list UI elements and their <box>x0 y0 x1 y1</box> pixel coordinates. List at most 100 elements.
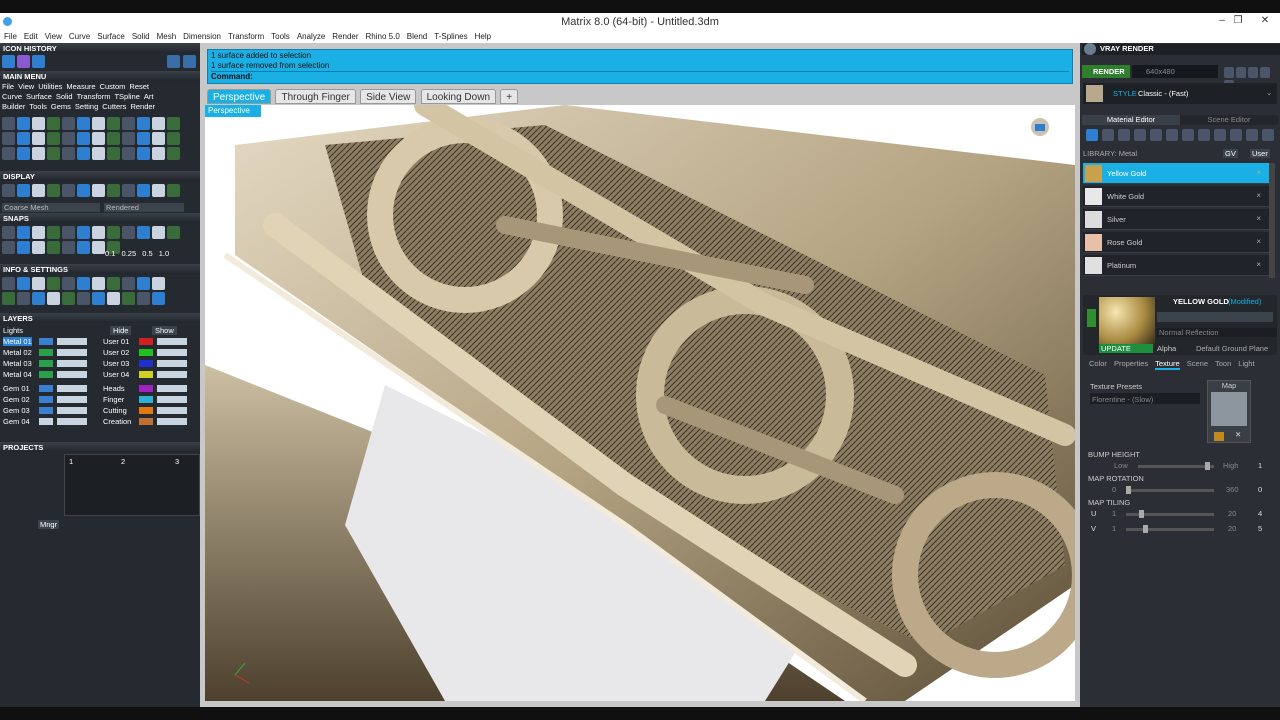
info-settings-header[interactable]: INFO & SETTINGS <box>0 264 200 274</box>
remove-icon[interactable]: × <box>1256 168 1261 177</box>
display-icon[interactable] <box>167 184 180 197</box>
settings-icon[interactable] <box>137 277 150 290</box>
map-load-icon[interactable] <box>1214 432 1224 441</box>
tool-icon[interactable] <box>122 132 135 145</box>
menu-item-tools[interactable]: Tools <box>267 30 293 41</box>
menu-item-mesh[interactable]: Mesh <box>153 30 180 41</box>
layer-name[interactable]: User 01 <box>103 337 129 346</box>
remove-icon[interactable]: × <box>1256 191 1261 200</box>
layer-visibility-toggle[interactable] <box>157 396 187 403</box>
tool-icon[interactable] <box>77 132 90 145</box>
command-prompt[interactable]: Command: <box>211 71 1069 81</box>
display-mode-2[interactable]: Rendered <box>104 203 184 212</box>
settings-icon[interactable] <box>92 292 105 305</box>
material-item[interactable]: White Gold × <box>1083 186 1269 207</box>
main-menu-item[interactable]: Builder <box>2 102 25 111</box>
remove-icon[interactable]: × <box>1256 214 1261 223</box>
material-tool-icon[interactable] <box>1262 129 1274 141</box>
tool-icon[interactable] <box>2 147 15 160</box>
layer-name[interactable]: Metal 01 <box>3 337 32 346</box>
snap-icon[interactable] <box>107 226 120 239</box>
settings-icon[interactable] <box>107 292 120 305</box>
tool-icon[interactable] <box>62 132 75 145</box>
project-slot[interactable]: 1 <box>69 457 73 466</box>
projects-header[interactable]: PROJECTS <box>0 442 200 452</box>
project-slot[interactable]: 2 <box>121 457 125 466</box>
layers-hide[interactable]: Hide <box>110 326 132 335</box>
tab-light[interactable]: Light <box>1238 359 1254 368</box>
snap-value[interactable]: 0.25 <box>122 249 137 258</box>
map-remove-icon[interactable]: ✕ <box>1235 430 1241 439</box>
settings-icon[interactable] <box>137 292 150 305</box>
u-value[interactable]: 4 <box>1258 509 1262 518</box>
menu-item-t-splines[interactable]: T-Splines <box>430 30 470 41</box>
tab-material-editor[interactable]: Material Editor <box>1082 115 1180 125</box>
layer-color-swatch[interactable] <box>39 371 53 378</box>
display-icon[interactable] <box>122 184 135 197</box>
menu-item-transform[interactable]: Transform <box>224 30 267 41</box>
settings-icon[interactable] <box>107 277 120 290</box>
tool-icon[interactable] <box>107 117 120 130</box>
settings-icon[interactable] <box>92 277 105 290</box>
layer-name[interactable]: Creation <box>103 417 131 426</box>
display-icon[interactable] <box>137 184 150 197</box>
layer-visibility-toggle[interactable] <box>57 371 87 378</box>
main-menu-item[interactable]: Custom <box>100 82 126 91</box>
slider-knob[interactable] <box>1143 525 1148 533</box>
tool-icon[interactable] <box>47 147 60 160</box>
main-menu-item[interactable]: Setting <box>75 102 98 111</box>
main-menu-item[interactable]: TSpline <box>114 92 139 101</box>
settings-icon[interactable] <box>62 292 75 305</box>
main-menu-item[interactable]: File <box>2 82 14 91</box>
main-menu-item[interactable]: Measure <box>66 82 95 91</box>
main-menu-item[interactable]: View <box>18 82 34 91</box>
layer-name[interactable]: Gem 01 <box>3 384 30 393</box>
tool-icon[interactable] <box>77 117 90 130</box>
tab-scene-editor[interactable]: Scene Editor <box>1180 115 1278 125</box>
history-icon[interactable] <box>32 55 45 68</box>
material-tool-icon[interactable] <box>1182 129 1194 141</box>
menu-item-rhino-5-0[interactable]: Rhino 5.0 <box>362 30 403 41</box>
display-icon[interactable] <box>152 184 165 197</box>
layer-color-swatch[interactable] <box>139 349 153 356</box>
layer-visibility-toggle[interactable] <box>57 360 87 367</box>
layer-name[interactable]: Gem 04 <box>3 417 30 426</box>
layers-header[interactable]: LAYERS <box>0 313 200 323</box>
tab-through-finger[interactable]: Through Finger <box>275 89 356 104</box>
material-item[interactable]: Rose Gold × <box>1083 232 1269 253</box>
layer-color-swatch[interactable] <box>139 338 153 345</box>
history-icon[interactable] <box>2 55 15 68</box>
v-value[interactable]: 5 <box>1258 524 1262 533</box>
snap-icon[interactable] <box>32 226 45 239</box>
layer-name[interactable]: Cutting <box>103 406 127 415</box>
settings-icon[interactable] <box>152 292 165 305</box>
u-tiling-slider[interactable] <box>1126 510 1214 518</box>
layer-name[interactable]: Gem 03 <box>3 406 30 415</box>
layer-visibility-toggle[interactable] <box>157 349 187 356</box>
tab-texture[interactable]: Texture <box>1155 359 1180 370</box>
rotation-value[interactable]: 0 <box>1258 485 1262 494</box>
settings-icon[interactable] <box>152 277 165 290</box>
snap-icon[interactable] <box>77 241 90 254</box>
tool-icon[interactable] <box>2 132 15 145</box>
maximize-icon[interactable]: ❐ <box>1231 15 1245 26</box>
layer-visibility-toggle[interactable] <box>157 385 187 392</box>
material-tool-icon[interactable] <box>1230 129 1242 141</box>
tool-icon[interactable] <box>137 117 150 130</box>
layer-name[interactable]: User 02 <box>103 348 129 357</box>
settings-icon[interactable] <box>47 277 60 290</box>
main-menu-item[interactable]: Render <box>130 102 155 111</box>
main-menu-item[interactable]: Curve <box>2 92 22 101</box>
tool-icon[interactable] <box>122 117 135 130</box>
close-icon[interactable]: ✕ <box>1258 15 1272 26</box>
settings-icon[interactable] <box>122 292 135 305</box>
display-icon[interactable] <box>107 184 120 197</box>
layer-visibility-toggle[interactable] <box>57 349 87 356</box>
settings-icon[interactable] <box>47 292 60 305</box>
command-area[interactable]: 1 surface added to selection 1 surface r… <box>207 49 1073 84</box>
material-tool-icon[interactable] <box>1150 129 1162 141</box>
menu-item-analyze[interactable]: Analyze <box>293 30 328 41</box>
tool-icon[interactable] <box>32 132 45 145</box>
display-icon[interactable] <box>92 184 105 197</box>
menu-item-view[interactable]: View <box>41 30 65 41</box>
